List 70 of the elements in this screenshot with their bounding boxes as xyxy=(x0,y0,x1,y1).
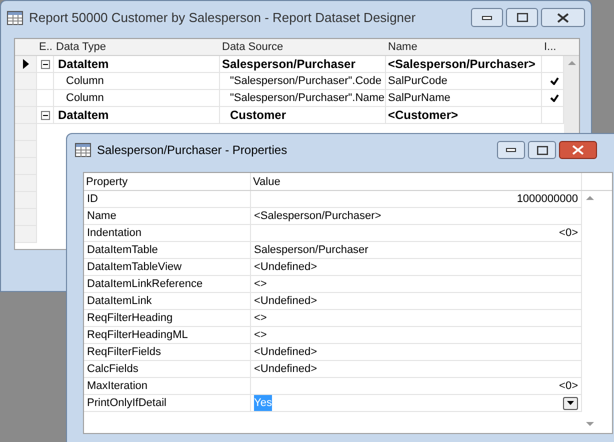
column-header[interactable]: Data Type xyxy=(54,39,220,55)
property-name: Name xyxy=(87,209,116,224)
property-name: DataItemTable xyxy=(87,243,158,258)
maximize-button[interactable] xyxy=(528,141,556,159)
property-value[interactable]: <0> xyxy=(559,378,578,394)
minimize-icon xyxy=(506,148,516,152)
caret-icon xyxy=(567,401,574,405)
property-value[interactable]: <0> xyxy=(559,225,578,241)
close-icon xyxy=(572,145,584,155)
table-cell: "Salesperson/Purchaser".Code xyxy=(220,73,386,90)
property-name: ID xyxy=(87,192,98,207)
row-pointer-icon xyxy=(22,59,28,69)
scroll-up-icon[interactable] xyxy=(568,60,576,65)
property-name: ReqFilterHeadingML xyxy=(87,328,188,343)
scroll-down-icon[interactable] xyxy=(586,422,594,427)
column-header[interactable]: Name xyxy=(386,39,542,55)
table-cell: SalPurCode xyxy=(386,73,542,90)
table-cell: Customer xyxy=(220,107,386,124)
property-name: ReqFilterFields xyxy=(87,345,161,360)
property-name: MaxIteration xyxy=(87,379,148,394)
table-cell: Column xyxy=(54,73,220,90)
collapse-icon[interactable] xyxy=(40,110,50,120)
column-header[interactable]: Data Source xyxy=(220,39,386,55)
property-name: DataItemLinkReference xyxy=(87,277,203,292)
collapse-icon[interactable] xyxy=(40,60,50,68)
row-selector[interactable] xyxy=(15,56,37,73)
table-cell: SalPurName xyxy=(386,90,542,107)
property-value[interactable]: <> xyxy=(254,310,267,326)
property-value[interactable]: <Undefined> xyxy=(254,344,317,360)
table-cell: Salesperson/Purchaser xyxy=(220,56,386,73)
table-cell: Column xyxy=(54,90,220,107)
scrollbar[interactable] xyxy=(564,56,579,134)
column-header[interactable]: Value xyxy=(251,173,582,190)
table-cell: <Salesperson/Purchaser> xyxy=(386,56,542,73)
column-header[interactable]: Property xyxy=(84,173,251,190)
property-name: PrintOnlyIfDetail xyxy=(87,396,166,411)
close-button[interactable] xyxy=(541,8,585,27)
scroll-up-icon[interactable] xyxy=(586,195,594,200)
property-value[interactable]: <Undefined> xyxy=(254,259,317,275)
property-name: ReqFilterHeading xyxy=(87,311,173,326)
property-value[interactable]: <> xyxy=(254,276,267,292)
table-cell: <Customer> xyxy=(386,107,542,124)
table-cell: "Salesperson/Purchaser".Name xyxy=(220,90,386,107)
dropdown-button[interactable] xyxy=(563,396,578,410)
property-value[interactable]: <Undefined> xyxy=(254,361,317,377)
table-cell: DataItem xyxy=(54,56,220,73)
property-value[interactable]: <> xyxy=(254,327,267,343)
property-value[interactable]: <Undefined> xyxy=(254,293,317,309)
maximize-button[interactable] xyxy=(506,8,538,27)
property-name: DataItemTableView xyxy=(87,260,182,275)
property-value[interactable]: <Salesperson/Purchaser> xyxy=(254,208,382,224)
property-name: DataItemLink xyxy=(87,294,152,309)
minimize-button[interactable] xyxy=(497,141,525,159)
window-title: Report 50000 Customer by Salesperson - Report Dataset Designer xyxy=(29,8,416,27)
window-title: Salesperson/Purchaser - Properties xyxy=(97,142,288,159)
close-icon xyxy=(557,12,569,22)
maximize-icon xyxy=(516,13,528,22)
minimize-icon xyxy=(482,16,492,20)
minimize-button[interactable] xyxy=(471,8,503,27)
maximize-icon xyxy=(536,146,548,154)
table-icon xyxy=(7,10,23,24)
property-value[interactable]: 1000000000 xyxy=(516,191,578,207)
close-button[interactable] xyxy=(559,141,597,159)
column-header[interactable]: E.. xyxy=(37,39,54,55)
column-header[interactable]: I... xyxy=(542,39,564,55)
property-name: Indentation xyxy=(87,226,142,241)
property-name: CalcFields xyxy=(87,362,138,377)
property-value[interactable]: Salesperson/Purchaser xyxy=(254,242,368,258)
table-cell: DataItem xyxy=(54,107,220,124)
table-icon xyxy=(75,143,91,157)
